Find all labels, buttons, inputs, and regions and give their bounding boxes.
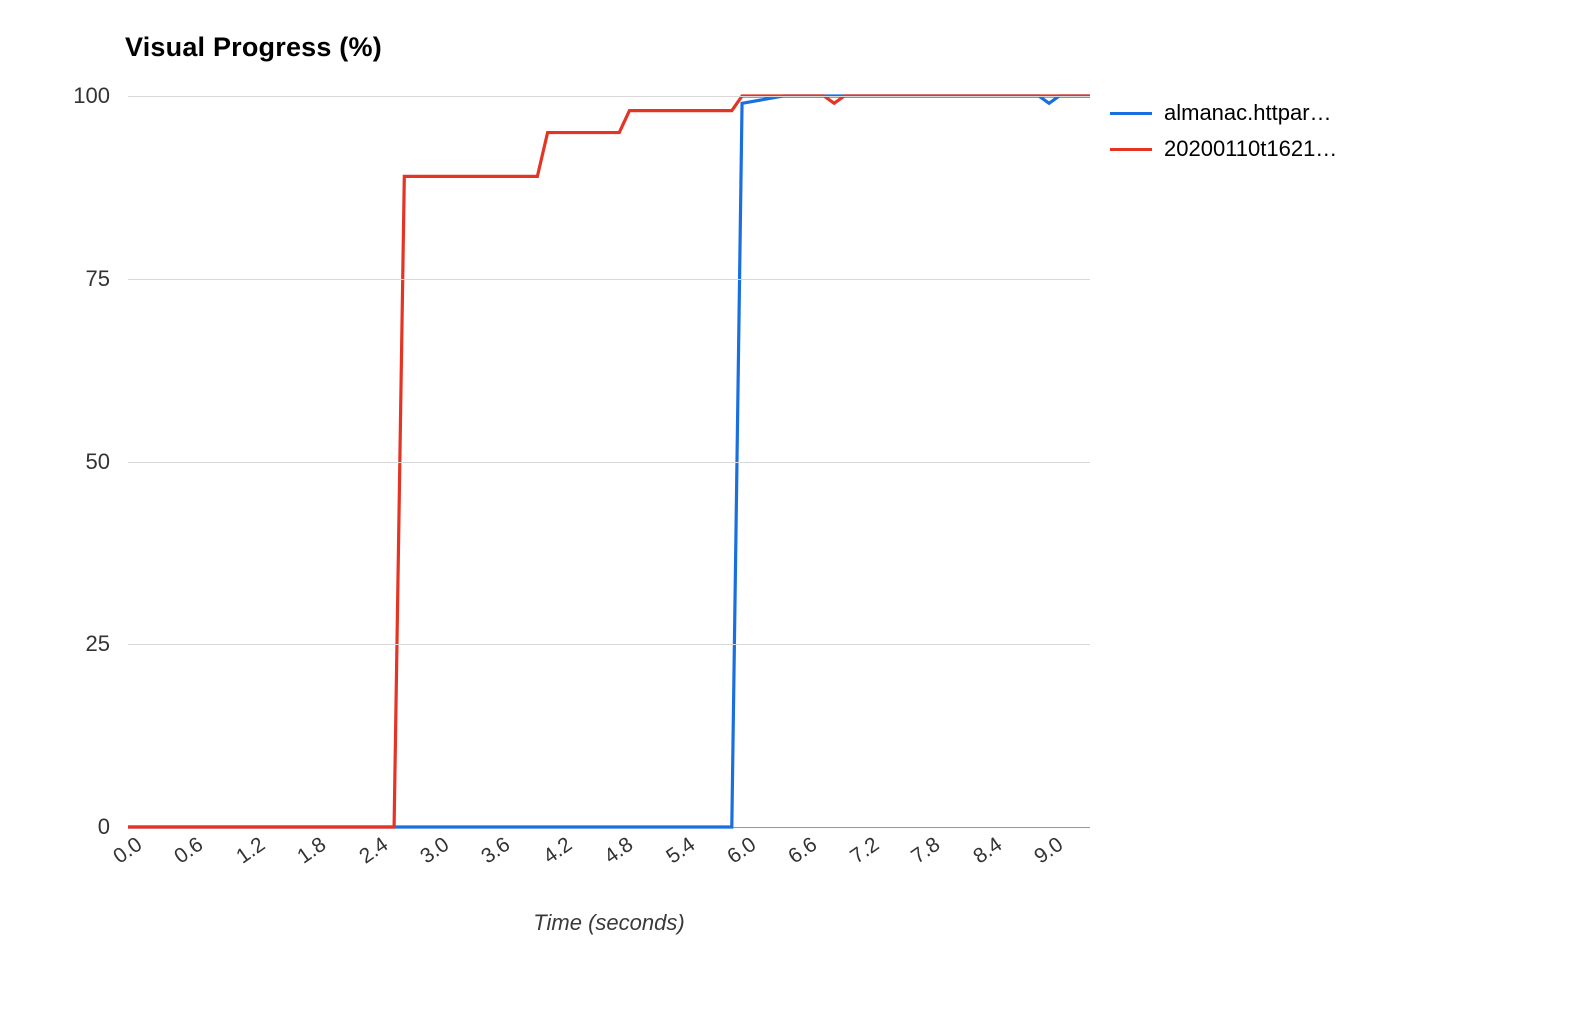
x-tick-label: 5.4 [662, 833, 700, 869]
x-tick-label: 6.6 [785, 833, 823, 869]
y-tick-label: 100 [73, 83, 110, 109]
y-tick-label: 25 [86, 631, 110, 657]
x-tick-label: 3.6 [478, 833, 516, 869]
gridline [128, 96, 1090, 97]
x-tick-label: 4.8 [600, 833, 638, 869]
x-tick-label: 4.2 [539, 833, 577, 869]
chart-title: Visual Progress (%) [125, 32, 382, 63]
legend-label: almanac.httpar… [1164, 100, 1332, 126]
x-tick-label: 1.2 [232, 833, 270, 869]
x-tick-label: 0.0 [109, 833, 147, 869]
x-tick-label: 2.4 [355, 833, 393, 869]
x-tick-label: 1.8 [293, 833, 331, 869]
gridline [128, 644, 1090, 645]
legend-swatch [1110, 148, 1152, 151]
legend-item[interactable]: almanac.httpar… [1110, 95, 1337, 131]
gridline [128, 279, 1090, 280]
y-tick-label: 75 [86, 266, 110, 292]
legend-item[interactable]: 20200110t1621… [1110, 131, 1337, 167]
legend: almanac.httpar… 20200110t1621… [1110, 95, 1337, 167]
x-tick-label: 8.4 [969, 833, 1007, 869]
y-tick-label: 50 [86, 449, 110, 475]
gridline [128, 462, 1090, 463]
x-tick-label: 3.0 [416, 833, 454, 869]
legend-label: 20200110t1621… [1164, 136, 1337, 162]
x-tick-label: 7.8 [907, 833, 945, 869]
plot-region[interactable]: 02550751000.00.61.21.82.43.03.64.24.85.4… [128, 96, 1090, 828]
legend-swatch [1110, 112, 1152, 115]
y-tick-label: 0 [98, 814, 110, 840]
x-tick-label: 6.0 [723, 833, 761, 869]
x-axis-title: Time (seconds) [128, 910, 1090, 936]
x-tick-label: 7.2 [846, 833, 884, 869]
x-tick-label: 9.0 [1030, 833, 1068, 869]
x-tick-label: 0.6 [171, 833, 209, 869]
visual-progress-chart: Visual Progress (%) 02550751000.00.61.21… [0, 0, 1590, 1034]
